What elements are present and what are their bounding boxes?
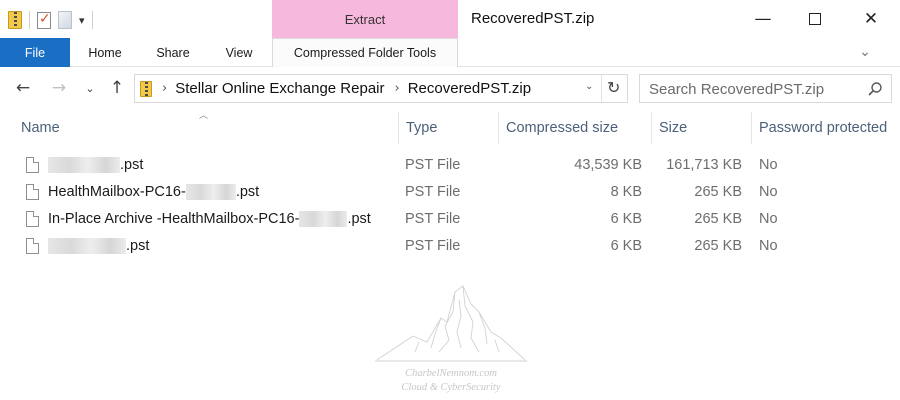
table-row[interactable]: HealthMailbox-PC16- .pst PST File 8 KB 2… xyxy=(12,178,890,205)
file-size: 265 KB xyxy=(694,237,742,254)
file-compressed-size: 6 KB xyxy=(610,210,642,227)
file-name[interactable]: In-Place Archive -HealthMailbox-PC16- .p… xyxy=(48,205,371,232)
column-header-type[interactable]: Type xyxy=(398,112,498,144)
tab-file[interactable]: File xyxy=(0,38,70,67)
file-password-protected: No xyxy=(759,183,778,200)
properties-icon[interactable] xyxy=(37,11,51,29)
back-button[interactable]: ← xyxy=(10,74,36,102)
new-folder-icon[interactable] xyxy=(58,11,72,29)
redacted-text xyxy=(48,156,120,173)
search-icon[interactable] xyxy=(867,81,883,97)
file-password-protected: No xyxy=(759,237,778,254)
file-icon xyxy=(26,237,39,254)
column-header-password-protected[interactable]: Password protected xyxy=(751,112,900,144)
file-type: PST File xyxy=(405,210,461,227)
breadcrumb-separator-icon: › xyxy=(162,81,168,96)
table-row[interactable]: .pst PST File 6 KB 265 KB No xyxy=(12,232,890,259)
maximize-button[interactable] xyxy=(792,0,838,38)
zip-folder-icon xyxy=(8,11,22,29)
arrow-left-icon: ← xyxy=(15,78,31,98)
file-name-suffix: .pst xyxy=(126,237,150,254)
title-bar: ▾ Extract RecoveredPST.zip — ✕ xyxy=(0,0,900,38)
watermark-line-1: CharbelNemnom.com xyxy=(405,368,497,379)
minimize-icon: — xyxy=(754,9,772,29)
redacted-text xyxy=(48,237,126,254)
mountain-logo-icon xyxy=(375,285,527,362)
extract-context-tab: Extract xyxy=(272,0,458,38)
zip-folder-icon xyxy=(140,80,152,97)
tab-compressed-folder-tools[interactable]: Compressed Folder Tools xyxy=(272,38,458,67)
file-type: PST File xyxy=(405,156,461,173)
file-name-suffix: .pst xyxy=(347,210,371,227)
file-icon-cell xyxy=(26,232,39,259)
tab-home[interactable]: Home xyxy=(74,38,136,67)
maximize-icon xyxy=(809,13,821,25)
navigation-bar: ← → ⌄ ↑ › Stellar Online Exchange Repair… xyxy=(0,70,900,106)
ribbon-tabs: File Home Share View Compressed Folder T… xyxy=(0,38,900,67)
column-header-name[interactable]: Name xyxy=(12,112,398,144)
file-compressed-size: 43,539 KB xyxy=(574,156,642,173)
arrow-up-icon: ↑ xyxy=(109,78,125,98)
table-row[interactable]: In-Place Archive -HealthMailbox-PC16- .p… xyxy=(12,205,890,232)
column-header-size[interactable]: Size xyxy=(651,112,751,144)
file-size: 265 KB xyxy=(694,210,742,227)
tab-view[interactable]: View xyxy=(212,38,266,67)
redacted-text xyxy=(185,183,236,200)
breadcrumb-item-stellar[interactable]: Stellar Online Exchange Repair xyxy=(175,80,384,97)
tab-share[interactable]: Share xyxy=(144,38,202,67)
file-name-suffix: .pst xyxy=(235,183,260,200)
customize-toolbar-dropdown-icon[interactable]: ▾ xyxy=(79,14,85,27)
file-compressed-size: 8 KB xyxy=(610,183,642,200)
file-icon xyxy=(26,210,39,227)
file-icon xyxy=(26,183,39,200)
file-password-protected: No xyxy=(759,156,778,173)
file-compressed-size: 6 KB xyxy=(610,237,642,254)
file-name-suffix: .pst xyxy=(120,156,144,173)
minimize-button[interactable]: — xyxy=(740,0,786,38)
file-name-prefix: In-Place Archive -HealthMailbox-PC16- xyxy=(48,210,300,227)
context-tab-label: Extract xyxy=(344,11,386,27)
file-size: 161,713 KB xyxy=(666,156,742,173)
forward-button[interactable]: → xyxy=(46,74,72,102)
recent-locations-button[interactable]: ⌄ xyxy=(80,74,100,102)
file-icon-cell xyxy=(26,178,39,205)
breadcrumb-item-recoveredpst[interactable]: RecoveredPST.zip xyxy=(408,80,531,97)
expand-ribbon-icon[interactable]: ⌄ xyxy=(854,42,876,62)
toolbar-divider xyxy=(29,11,30,29)
search-box[interactable] xyxy=(639,74,892,103)
table-row[interactable]: .pst PST File 43,539 KB 161,713 KB No xyxy=(12,151,890,178)
file-name[interactable]: .pst xyxy=(48,151,143,178)
file-name[interactable]: .pst xyxy=(48,232,149,259)
redacted-text xyxy=(299,210,348,227)
close-icon: ✕ xyxy=(863,9,879,29)
file-type: PST File xyxy=(405,183,461,200)
column-header-compressed-size[interactable]: Compressed size xyxy=(498,112,651,144)
up-button[interactable]: ↑ xyxy=(104,74,130,102)
watermark: CharbelNemnom.com Cloud & CyberSecurity xyxy=(375,282,527,398)
watermark-line-2: Cloud & CyberSecurity xyxy=(401,382,501,393)
file-name-prefix: HealthMailbox-PC16- xyxy=(48,183,186,200)
refresh-icon[interactable]: ↻ xyxy=(607,78,620,97)
quick-access-toolbar: ▾ xyxy=(8,9,93,31)
toolbar-divider xyxy=(91,11,93,29)
arrow-right-icon: → xyxy=(51,78,67,98)
file-size: 265 KB xyxy=(694,183,742,200)
file-name[interactable]: HealthMailbox-PC16- .pst xyxy=(48,178,259,205)
file-password-protected: No xyxy=(759,210,778,227)
file-icon-cell xyxy=(26,205,39,232)
file-icon xyxy=(26,156,39,173)
file-icon-cell xyxy=(26,151,39,178)
address-divider xyxy=(601,75,602,102)
search-input[interactable] xyxy=(649,80,859,98)
breadcrumb-separator-icon: › xyxy=(394,81,400,96)
address-bar[interactable]: › Stellar Online Exchange Repair › Recov… xyxy=(134,74,628,103)
chevron-down-icon: ⌄ xyxy=(85,81,95,95)
close-button[interactable]: ✕ xyxy=(848,0,894,38)
window-title: RecoveredPST.zip xyxy=(471,10,595,27)
file-type: PST File xyxy=(405,237,461,254)
address-dropdown-icon[interactable]: ⌄ xyxy=(585,81,593,92)
